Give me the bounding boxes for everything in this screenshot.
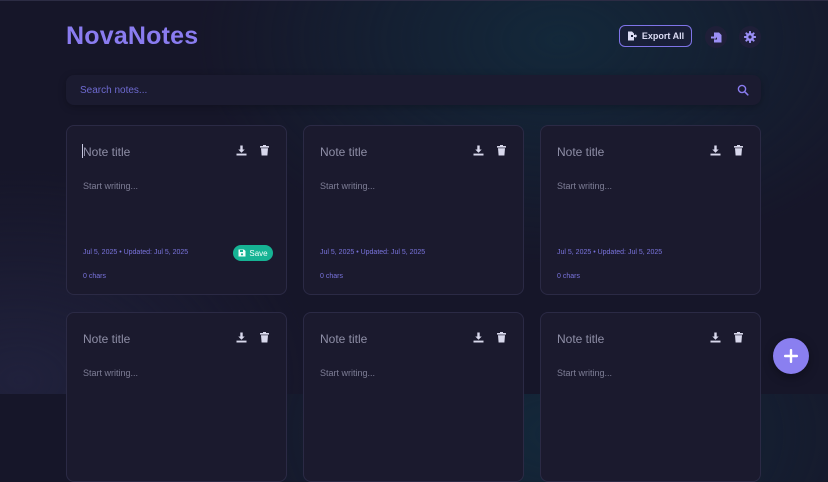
trash-icon[interactable]	[496, 145, 507, 156]
trash-icon[interactable]	[733, 332, 744, 343]
note-char-count: 0 chars	[320, 273, 343, 280]
download-icon[interactable]	[710, 332, 721, 343]
search-icon[interactable]	[737, 84, 749, 96]
note-body-input[interactable]	[83, 368, 271, 428]
save-label: Save	[249, 248, 268, 258]
settings-button[interactable]	[739, 26, 761, 48]
file-import-icon	[710, 32, 722, 43]
trash-icon[interactable]	[259, 145, 270, 156]
note-body-input[interactable]	[557, 368, 745, 428]
export-all-button[interactable]: Export All	[619, 25, 692, 47]
search-input[interactable]	[66, 75, 761, 105]
note-title-input[interactable]	[320, 331, 460, 347]
note-dates: Jul 5, 2025 • Updated: Jul 5, 2025	[557, 249, 663, 256]
save-button[interactable]: Save	[233, 245, 273, 261]
note-title-input[interactable]	[83, 144, 223, 160]
note-card	[540, 312, 761, 482]
note-title-input[interactable]	[83, 331, 223, 347]
download-icon[interactable]	[473, 145, 484, 156]
note-title-input[interactable]	[557, 331, 697, 347]
trash-icon[interactable]	[496, 332, 507, 343]
note-card	[66, 312, 287, 482]
trash-icon[interactable]	[259, 332, 270, 343]
note-char-count: 0 chars	[557, 273, 580, 280]
trash-icon[interactable]	[733, 145, 744, 156]
note-card: Jul 5, 2025 • Updated: Jul 5, 2025 0 cha…	[303, 125, 524, 295]
download-icon[interactable]	[236, 332, 247, 343]
note-dates: Jul 5, 2025 • Updated: Jul 5, 2025	[320, 249, 426, 256]
note-card	[303, 312, 524, 482]
add-note-button[interactable]	[773, 338, 809, 374]
note-card: Jul 5, 2025 • Updated: Jul 5, 2025 0 cha…	[540, 125, 761, 295]
note-body-input[interactable]	[320, 181, 508, 241]
note-body-input[interactable]	[320, 368, 508, 428]
note-card: Jul 5, 2025 • Updated: Jul 5, 2025 Save …	[66, 125, 287, 295]
note-body-input[interactable]	[83, 181, 271, 241]
import-button[interactable]	[705, 26, 727, 48]
app-logo: NovaNotes	[66, 22, 199, 50]
note-body-input[interactable]	[557, 181, 745, 241]
text-caret	[82, 144, 83, 158]
note-title-input[interactable]	[557, 144, 697, 160]
floppy-disk-icon	[238, 249, 246, 257]
download-icon[interactable]	[236, 145, 247, 156]
note-dates: Jul 5, 2025 • Updated: Jul 5, 2025	[83, 249, 189, 256]
note-char-count: 0 chars	[83, 273, 106, 280]
export-all-label: Export All	[641, 31, 685, 41]
window-top-border	[0, 0, 828, 1]
download-icon[interactable]	[710, 145, 721, 156]
file-export-icon	[627, 31, 637, 41]
download-icon[interactable]	[473, 332, 484, 343]
search-bar	[66, 75, 761, 105]
gear-icon	[744, 31, 756, 43]
note-title-input[interactable]	[320, 144, 460, 160]
plus-icon	[783, 348, 799, 364]
